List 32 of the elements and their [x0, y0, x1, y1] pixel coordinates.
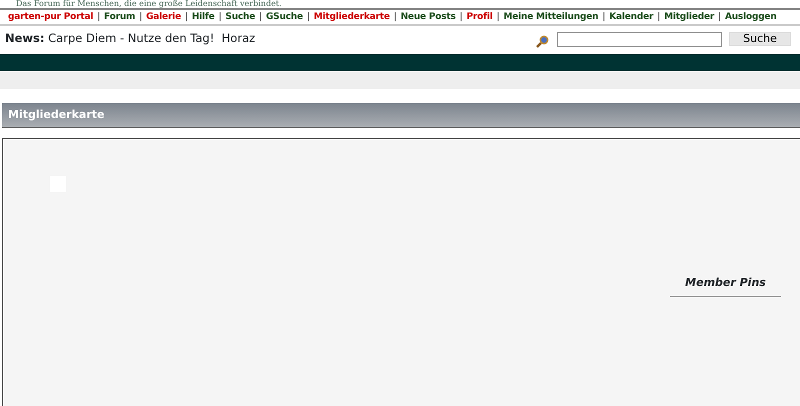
- nav-link[interactable]: Forum: [104, 10, 136, 24]
- nav-separator: |: [718, 11, 721, 24]
- news-text: News: Carpe Diem - Nutze den Tag! Horaz: [5, 30, 256, 48]
- legend-title: Member Pins: [670, 275, 781, 296]
- tagline-text: Das Forum für Menschen, die eine große Leidenschaft verbindet.: [15, 0, 283, 8]
- nav-link[interactable]: garten-pur Portal: [8, 10, 94, 24]
- nav-link[interactable]: Meine Mitteilungen: [503, 10, 598, 24]
- nav-link[interactable]: Kalender: [609, 10, 654, 24]
- nav-separator: |: [496, 11, 500, 24]
- search-button[interactable]: Suche: [729, 32, 791, 46]
- nav-separator: |: [460, 11, 462, 24]
- nav-link[interactable]: Ausloggen: [724, 10, 777, 24]
- nav-link[interactable]: Galerie: [146, 10, 181, 24]
- nav-separator: |: [139, 11, 142, 24]
- nav-link[interactable]: Mitgliederkarte: [314, 10, 390, 24]
- nav-separator: |: [97, 11, 100, 24]
- nav-separator: |: [259, 11, 262, 24]
- nav-separator: |: [184, 11, 188, 24]
- nav-link[interactable]: Neue Posts: [400, 10, 456, 24]
- nav-link[interactable]: Hilfe: [192, 10, 215, 24]
- nav-separator: |: [602, 11, 606, 24]
- nav-link[interactable]: Mitglieder: [664, 10, 714, 24]
- search-field[interactable]: [557, 32, 722, 46]
- nav-separator: |: [394, 11, 397, 24]
- nav-link[interactable]: Profil: [466, 10, 493, 24]
- nav-separator: |: [306, 11, 310, 24]
- section-title: Mitgliederkarte: [2, 103, 800, 128]
- nav-separator: |: [218, 11, 222, 24]
- nav-separator: |: [657, 11, 660, 24]
- search-icon: [535, 35, 549, 49]
- nav-link[interactable]: Suche: [225, 10, 256, 24]
- nav-link[interactable]: GSuche: [266, 10, 303, 24]
